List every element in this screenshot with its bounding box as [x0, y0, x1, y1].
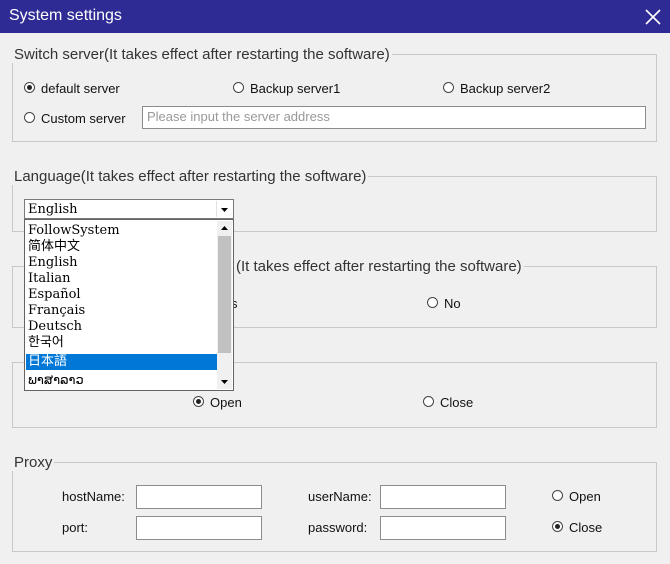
radio-backup-server2[interactable]: Backup server2 [443, 81, 550, 96]
close-icon[interactable] [640, 4, 666, 30]
server-legend: Switch server(It takes effect after rest… [14, 46, 390, 63]
radio-default-server[interactable]: default server [24, 81, 120, 96]
window-title: System settings [9, 7, 122, 24]
port-input[interactable] [136, 516, 262, 540]
radio-label: Open [210, 395, 242, 410]
port-label: port: [62, 520, 89, 535]
chevron-down-icon [216, 201, 232, 217]
server-address-input[interactable]: Please input the server address [142, 106, 646, 129]
language-option[interactable]: ພາສາລາວ [26, 373, 218, 389]
dropdown-scrollbar[interactable] [217, 221, 232, 389]
user-input[interactable] [380, 485, 506, 509]
radio-label: Backup server2 [460, 81, 551, 96]
chevron-up-icon[interactable] [217, 221, 232, 236]
radio-dot [24, 112, 35, 124]
language-legend: Language(It takes effect after restartin… [14, 168, 367, 185]
language-option[interactable]: Español [26, 287, 218, 303]
radio-label: No [444, 296, 461, 311]
language-dropdown-list: FollowSystem 简体中文 English Italian Españo… [24, 219, 234, 391]
radio-proxy-open[interactable]: Open [552, 489, 601, 504]
radio-label: Backup server1 [250, 81, 341, 96]
chevron-down-icon[interactable] [217, 374, 232, 389]
language-option-highlighted[interactable]: 日本語 [26, 354, 218, 370]
language-option[interactable]: 简体中文 [26, 239, 218, 255]
radio-dot [193, 396, 204, 408]
language-option[interactable]: English [26, 255, 218, 271]
radio-dot [552, 521, 563, 533]
radio-label: Custom server [41, 111, 126, 126]
language-option[interactable]: Italian [26, 271, 218, 287]
radio-dot [233, 82, 244, 94]
radio-no[interactable]: No [427, 296, 461, 311]
radio-open[interactable]: Open [193, 395, 242, 410]
radio-backup-server1[interactable]: Backup server1 [233, 81, 340, 96]
radio-label: Close [569, 520, 603, 535]
radio-label: Close [440, 395, 474, 410]
host-label: hostName: [62, 489, 125, 504]
radio-dot [427, 297, 438, 309]
radio-close[interactable]: Close [423, 395, 473, 410]
radio-dot [24, 82, 35, 94]
section3-legend: (It takes effect after restarting the so… [236, 258, 522, 275]
proxy-legend: Proxy [14, 454, 53, 471]
user-label: userName: [308, 489, 372, 504]
host-input[interactable] [136, 485, 262, 509]
radio-label: default server [41, 81, 120, 96]
password-label: password: [308, 520, 368, 535]
radio-custom-server[interactable]: Custom server [24, 111, 126, 126]
server-address-placeholder: Please input the server address [147, 109, 330, 124]
scrollbar-thumb[interactable] [218, 236, 231, 353]
language-option[interactable]: Français [26, 303, 218, 319]
language-select-value: English [28, 202, 78, 217]
language-select[interactable]: English [24, 199, 234, 219]
language-option[interactable]: FollowSystem [26, 223, 218, 239]
language-option[interactable]: Deutsch [26, 319, 218, 335]
radio-dot [552, 490, 563, 502]
title-bar: System settings [0, 0, 670, 33]
radio-proxy-close[interactable]: Close [552, 520, 602, 535]
language-option[interactable]: 한국어 [26, 335, 218, 351]
radio-dot [443, 82, 454, 94]
password-input[interactable] [380, 516, 506, 540]
radio-label: Open [569, 489, 601, 504]
radio-dot [423, 396, 434, 408]
